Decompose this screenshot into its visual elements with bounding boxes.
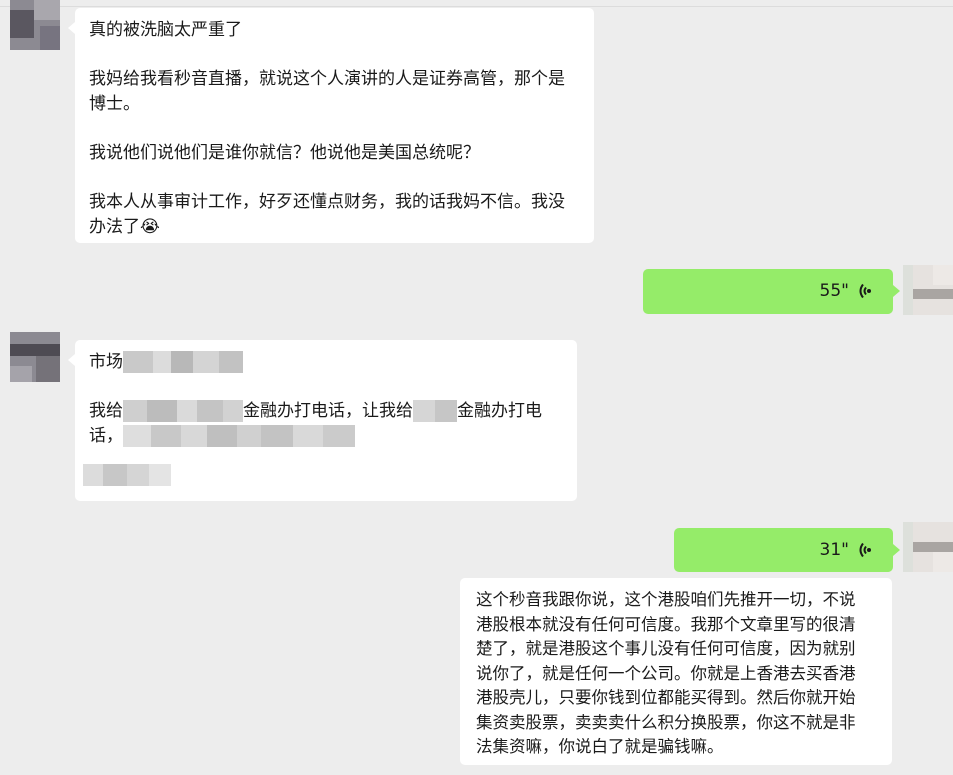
voice-wave-icon <box>859 283 871 299</box>
message-text: 金融办打电话，让我给 <box>243 401 413 421</box>
message-bubble-3[interactable]: 市场 我给 金融办打电话，让我给 金融办打电 话， <box>75 340 577 501</box>
message-line: 法集资嘛，你说白了就是骗钱嘛。 <box>476 737 724 756</box>
message-text: 我本人从事审计工作，好歹还懂点财务，我的话我妈不信。我没办法了 <box>89 192 565 237</box>
redacted-text <box>123 351 243 373</box>
voice-message-bubble[interactable]: 55" <box>643 269 893 314</box>
message-text: 话， <box>89 426 123 446</box>
crying-face-emoji-icon: 😭 <box>140 217 160 237</box>
message-line: 说你了，就是任何一个公司。你就是上香港去买香港 <box>476 663 856 683</box>
message-paragraph: 我本人从事审计工作，好歹还懂点财务，我的话我妈不信。我没办法了😭 <box>89 190 580 240</box>
message-text: 我说他们说他们是谁你就信？他说他是美国总统呢？ <box>89 143 480 163</box>
message-text: 我给 <box>89 401 123 421</box>
message-line: 楚了，就是港股这个事儿没有任何可信度，因为就别 <box>476 639 856 658</box>
message-line: 集资卖股票，卖卖卖什么积分换股票，你这不就是非 <box>476 712 856 732</box>
contact-avatar[interactable] <box>10 0 60 50</box>
my-avatar[interactable] <box>903 522 953 572</box>
redacted-text <box>413 400 457 422</box>
redacted-text <box>123 400 243 422</box>
voice-wave-icon <box>859 542 871 558</box>
top-divider <box>0 6 953 7</box>
message-paragraph <box>83 463 563 488</box>
message-line: 这个秒音我跟你说，这个港股咱们先推开一切，不说 <box>476 590 856 609</box>
voice-duration: 55" <box>819 281 849 301</box>
bubble-tail <box>893 544 900 556</box>
redacted-text <box>123 425 355 447</box>
message-paragraph: 话， <box>89 424 563 449</box>
redacted-text <box>83 464 171 486</box>
message-bubble-1[interactable]: 真的被洗脑太严重了 我妈给我看秒音直播，就说这个人演讲的人是证券高管，那个是博士… <box>75 8 594 243</box>
message-bubble-5[interactable]: 这个秒音我跟你说，这个港股咱们先推开一切，不说 港股根本就没有任何可信度。我那个… <box>460 578 892 765</box>
message-text: 我妈给我看秒音直播，就说这个人演讲的人是证券高管，那个是博士。 <box>89 69 565 114</box>
message-text: 金融办打电 <box>457 401 542 421</box>
voice-duration: 31" <box>819 540 849 560</box>
message-text: 真的被洗脑太严重了 <box>89 20 242 40</box>
my-avatar[interactable] <box>903 265 953 315</box>
message-text: 市场 <box>89 352 123 372</box>
bubble-tail <box>68 354 75 366</box>
message-line: 港股根本就没有任何可信度。我那个文章里写的很清 <box>476 614 856 634</box>
message-paragraph: 市场 <box>89 350 563 375</box>
message-paragraph: 我给 金融办打电话，让我给 金融办打电 <box>89 399 563 424</box>
contact-avatar[interactable] <box>10 332 60 382</box>
voice-message-bubble[interactable]: 31" <box>674 528 893 572</box>
bubble-tail <box>68 22 75 34</box>
bubble-tail <box>893 285 900 297</box>
message-line: 港股壳儿，只要你钱到位都能买得到。然后你就开始 <box>476 688 856 707</box>
